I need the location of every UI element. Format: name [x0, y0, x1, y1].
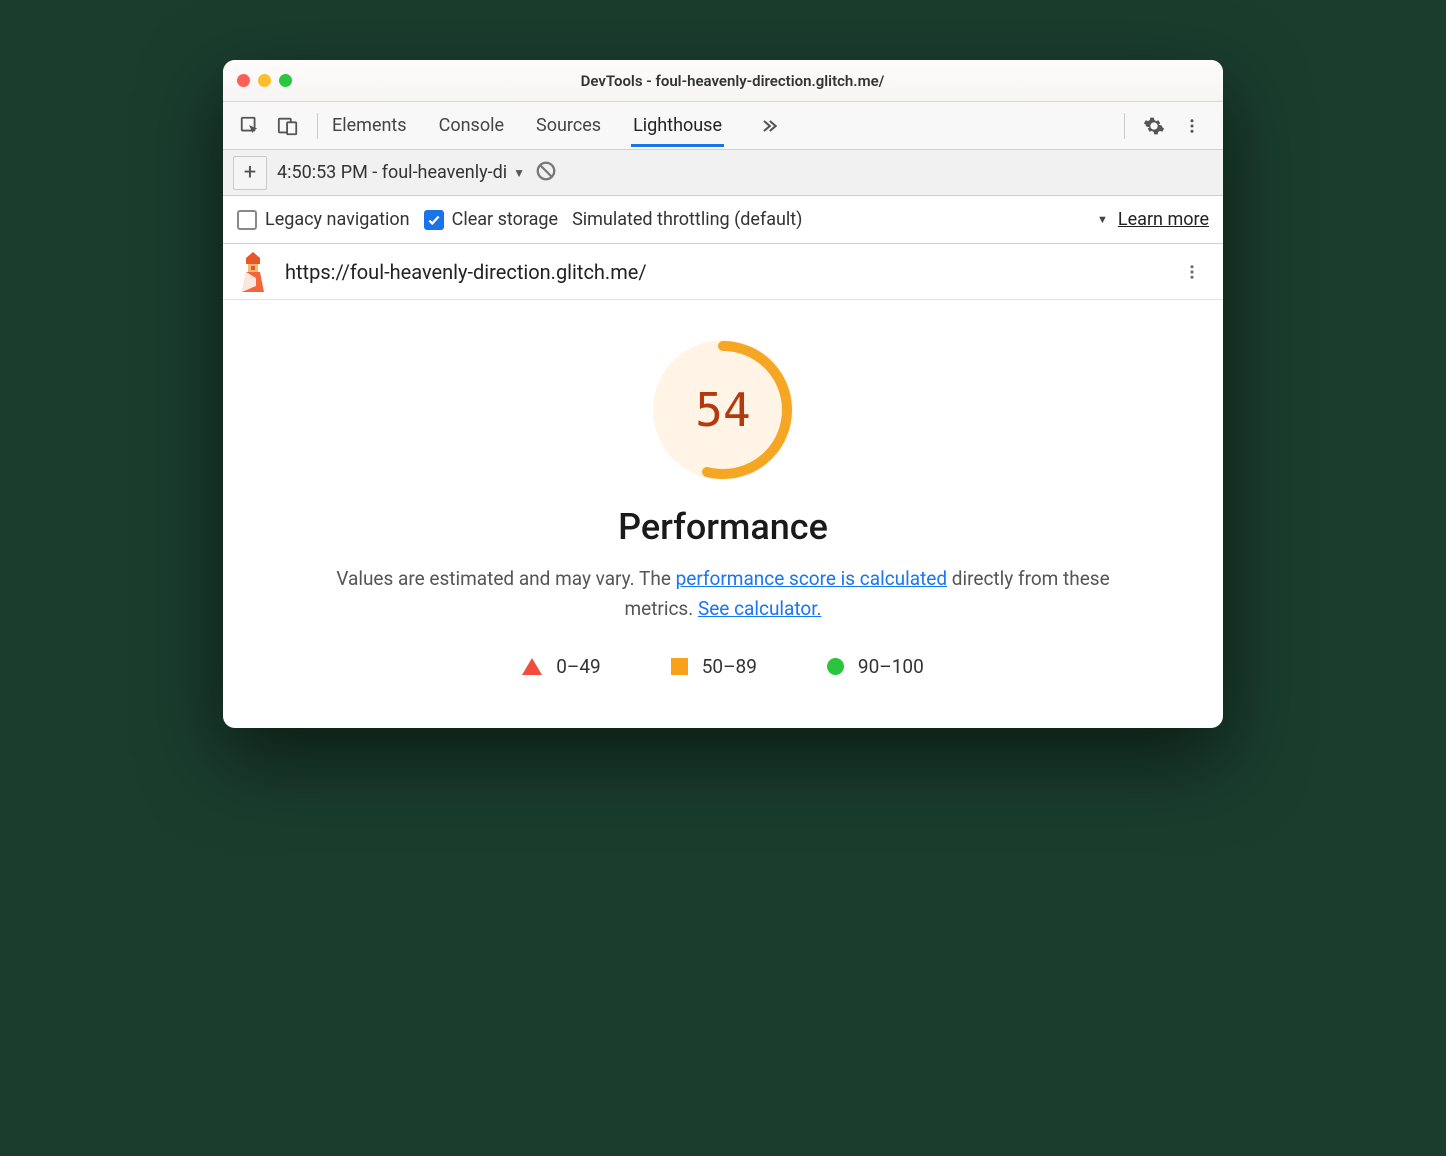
legend-pass: 90–100 [827, 655, 924, 678]
clear-storage-label: Clear storage [452, 209, 558, 230]
performance-title: Performance [263, 506, 1183, 548]
tab-sources[interactable]: Sources [534, 105, 603, 147]
legend-fail: 0–49 [522, 655, 601, 678]
throttling-label: Simulated throttling (default) [572, 209, 802, 230]
tab-lighthouse[interactable]: Lighthouse [631, 105, 724, 147]
clear-storage-option[interactable]: Clear storage [424, 209, 558, 230]
performance-score: 54 [695, 383, 750, 437]
triangle-icon [522, 658, 542, 675]
kebab-menu-icon[interactable] [1175, 109, 1209, 143]
report-selector[interactable]: 4:50:53 PM - foul-heavenly-di ▼ [277, 162, 525, 183]
close-window-button[interactable] [237, 74, 250, 87]
desc-text: Values are estimated and may vary. The [336, 567, 675, 590]
legend-range: 90–100 [858, 655, 924, 678]
settings-gear-icon[interactable] [1137, 109, 1171, 143]
device-toggle-icon[interactable] [271, 109, 305, 143]
performance-description: Values are estimated and may vary. The p… [313, 564, 1133, 625]
learn-more-link[interactable]: Learn more [1118, 209, 1209, 230]
checkbox-unchecked-icon [237, 210, 257, 230]
devtools-window: DevTools - foul-heavenly-direction.glitc… [223, 60, 1223, 728]
performance-gauge: 54 [653, 340, 793, 480]
more-tabs-icon[interactable] [752, 109, 786, 143]
report-selector-label: 4:50:53 PM - foul-heavenly-di [277, 162, 507, 183]
chevron-down-icon: ▼ [1097, 213, 1108, 226]
tab-elements[interactable]: Elements [330, 105, 409, 147]
legend-range: 50–89 [702, 655, 757, 678]
panel-tabs: Elements Console Sources Lighthouse [330, 105, 786, 147]
titlebar: DevTools - foul-heavenly-direction.glitc… [223, 60, 1223, 102]
legacy-navigation-option[interactable]: Legacy navigation [237, 209, 410, 230]
circle-icon [827, 658, 844, 675]
window-title: DevTools - foul-heavenly-direction.glitc… [256, 72, 1209, 90]
lighthouse-logo-icon [237, 252, 269, 292]
score-legend: 0–49 50–89 90–100 [263, 655, 1183, 678]
checkbox-checked-icon [424, 210, 444, 230]
separator [317, 113, 318, 139]
clear-report-icon[interactable] [535, 160, 557, 186]
main-toolbar: Elements Console Sources Lighthouse [223, 102, 1223, 150]
see-calculator-link[interactable]: See calculator. [698, 597, 822, 620]
report-menu-icon[interactable] [1175, 255, 1209, 289]
tab-console[interactable]: Console [437, 105, 506, 147]
report-url-bar: https://foul-heavenly-direction.glitch.m… [223, 244, 1223, 300]
chevron-down-icon: ▼ [513, 166, 525, 180]
lighthouse-subbar: + 4:50:53 PM - foul-heavenly-di ▼ [223, 150, 1223, 196]
lighthouse-report: 54 Performance Values are estimated and … [223, 300, 1223, 728]
square-icon [671, 658, 688, 675]
score-calc-link[interactable]: performance score is calculated [676, 567, 947, 590]
separator [1124, 113, 1125, 139]
lighthouse-options: Legacy navigation Clear storage Simulate… [223, 196, 1223, 244]
legacy-navigation-label: Legacy navigation [265, 209, 410, 230]
legend-range: 0–49 [556, 655, 601, 678]
legend-average: 50–89 [671, 655, 757, 678]
inspect-element-icon[interactable] [233, 109, 267, 143]
report-url: https://foul-heavenly-direction.glitch.m… [285, 260, 1159, 284]
new-report-button[interactable]: + [233, 156, 267, 190]
